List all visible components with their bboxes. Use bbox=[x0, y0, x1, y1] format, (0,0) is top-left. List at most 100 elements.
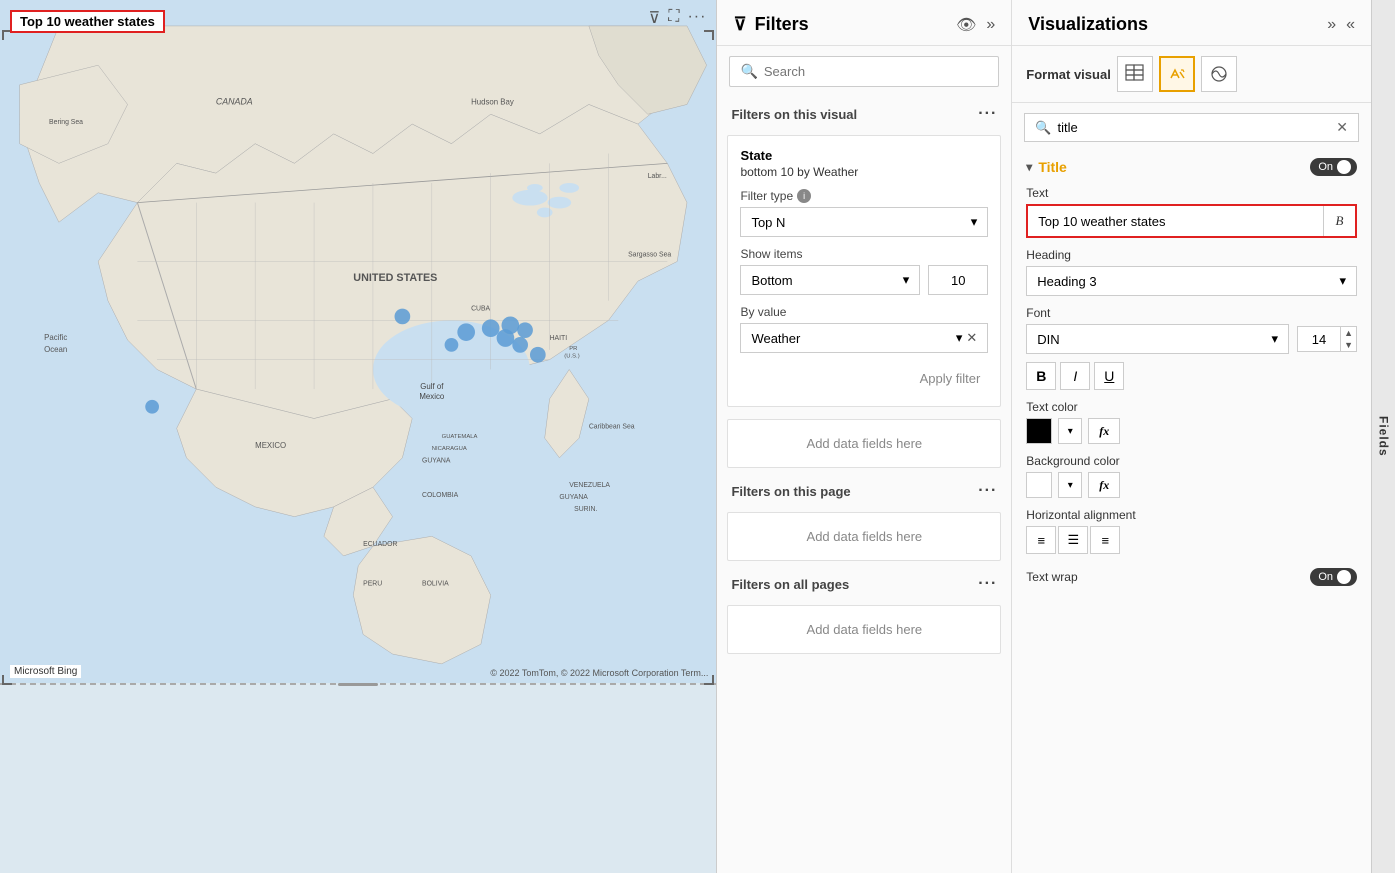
italic-button[interactable]: I bbox=[1060, 362, 1090, 390]
show-items-row-container: Show items Bottom bbox=[740, 247, 988, 295]
font-size-down[interactable]: ▼ bbox=[1341, 339, 1356, 351]
alignment-row: ≡ ☰ ≡ bbox=[1026, 526, 1357, 554]
resize-handle-tr[interactable] bbox=[704, 30, 714, 40]
svg-text:Pacific: Pacific bbox=[44, 333, 67, 342]
add-data-fields-1[interactable]: Add data fields here bbox=[727, 419, 1001, 468]
filters-on-page-label: Filters on this page ··· bbox=[717, 474, 1011, 506]
svg-text:CANADA: CANADA bbox=[216, 96, 253, 106]
map-bottom-strip bbox=[0, 683, 716, 873]
heading-prop-label: Heading bbox=[1026, 248, 1357, 262]
font-chevron bbox=[1271, 331, 1278, 347]
by-value-clear[interactable]: ✕ bbox=[966, 330, 977, 346]
chevron-down-title-icon[interactable]: ▾ bbox=[1026, 160, 1032, 174]
text-wrap-toggle-circle bbox=[1337, 570, 1351, 584]
bg-color-swatch[interactable] bbox=[1026, 472, 1052, 498]
svg-text:Mexico: Mexico bbox=[419, 392, 444, 401]
filter-search-input[interactable] bbox=[764, 64, 988, 79]
viz-section-header: ▾ Title On bbox=[1026, 158, 1357, 176]
more-options-icon[interactable]: ··· bbox=[687, 8, 706, 28]
svg-text:HAITI: HAITI bbox=[550, 335, 568, 342]
on-page-more-icon[interactable]: ··· bbox=[978, 482, 997, 500]
align-center-btn[interactable]: ☰ bbox=[1058, 526, 1088, 554]
heading-select[interactable]: Heading 3 bbox=[1026, 266, 1357, 296]
filter-type-chevron bbox=[971, 214, 978, 230]
viz-search-input[interactable] bbox=[1057, 120, 1336, 135]
filters-on-visual-label: Filters on this visual ··· bbox=[717, 97, 1011, 129]
align-right-btn[interactable]: ≡ bbox=[1090, 526, 1120, 554]
focus-mode-icon[interactable]: ⛶ bbox=[668, 8, 679, 28]
by-value-select[interactable]: Weather ✕ bbox=[740, 323, 988, 353]
title-text-input[interactable] bbox=[1028, 208, 1323, 235]
title-toggle[interactable]: On bbox=[1310, 158, 1357, 176]
font-size-up[interactable]: ▲ bbox=[1341, 327, 1356, 339]
svg-text:Caribbean Sea: Caribbean Sea bbox=[589, 423, 635, 430]
viz-search-clear-icon[interactable]: ✕ bbox=[1336, 119, 1348, 136]
map-title: Top 10 weather states bbox=[10, 10, 165, 33]
text-color-swatch[interactable] bbox=[1026, 418, 1052, 444]
viz-search-row[interactable]: 🔍 ✕ bbox=[1024, 113, 1359, 142]
show-items-count-input[interactable] bbox=[928, 265, 988, 295]
map-title-bar: Top 10 weather states bbox=[10, 10, 165, 33]
font-family-select[interactable]: DIN bbox=[1026, 324, 1289, 354]
heading-chevron bbox=[1339, 273, 1346, 289]
map-resize-handle[interactable] bbox=[0, 680, 716, 688]
filters-header-icons: 👁 » bbox=[956, 15, 995, 35]
viz-subtab-row: Format visual bbox=[1012, 46, 1371, 103]
svg-text:Hudson Bay: Hudson Bay bbox=[471, 97, 514, 106]
by-value-label: By value bbox=[740, 305, 988, 319]
filters-header: ⊽ Filters 👁 » bbox=[717, 0, 1011, 46]
svg-text:UNITED STATES: UNITED STATES bbox=[353, 272, 437, 284]
by-value-chevron bbox=[956, 330, 963, 346]
svg-text:CUBA: CUBA bbox=[471, 306, 490, 313]
fields-tab[interactable]: Fields bbox=[1371, 0, 1395, 873]
filters-label: Filters bbox=[755, 14, 809, 35]
viz-expand-right-icon[interactable]: » bbox=[1327, 16, 1336, 34]
svg-text:MEXICO: MEXICO bbox=[255, 441, 286, 450]
map-copyright: © 2022 TomTom, © 2022 Microsoft Corporat… bbox=[490, 668, 708, 678]
svg-text:Ocean: Ocean bbox=[44, 345, 67, 354]
add-data-fields-3[interactable]: Add data fields here bbox=[727, 605, 1001, 654]
viz-header-icons: » « bbox=[1327, 16, 1355, 34]
viz-table-icon-btn[interactable] bbox=[1117, 56, 1153, 92]
toggle-circle bbox=[1337, 160, 1351, 174]
filters-panel: ⊽ Filters 👁 » 🔍 Filters on this visual ·… bbox=[717, 0, 1012, 873]
font-size-arrows[interactable]: ▲ ▼ bbox=[1340, 327, 1356, 351]
font-size-control[interactable]: 14 ▲ ▼ bbox=[1297, 326, 1357, 352]
viz-analytics-icon-btn[interactable] bbox=[1201, 56, 1237, 92]
text-wrap-toggle[interactable]: On bbox=[1310, 568, 1357, 586]
add-data-fields-2[interactable]: Add data fields here bbox=[727, 512, 1001, 561]
viz-collapse-left-icon[interactable]: « bbox=[1346, 16, 1355, 34]
align-left-btn[interactable]: ≡ bbox=[1026, 526, 1056, 554]
info-icon: i bbox=[797, 189, 811, 203]
text-color-dropdown[interactable]: ▾ bbox=[1058, 418, 1082, 444]
svg-text:COLOMBIA: COLOMBIA bbox=[422, 492, 459, 499]
viz-title-section: ▾ Title On Text B Heading Heading 3 Font… bbox=[1012, 152, 1371, 602]
expand-icon[interactable]: » bbox=[986, 16, 995, 34]
bg-color-fx[interactable]: fx bbox=[1088, 472, 1120, 498]
filter-card-state: State bottom 10 by Weather Filter type i… bbox=[727, 135, 1001, 407]
svg-text:GUYANA: GUYANA bbox=[422, 458, 451, 465]
show-items-dir-select[interactable]: Bottom bbox=[740, 265, 920, 295]
filter-search-box[interactable]: 🔍 bbox=[729, 56, 999, 87]
font-prop-label: Font bbox=[1026, 306, 1357, 320]
viz-header: Visualizations » « bbox=[1012, 0, 1371, 46]
on-all-pages-more-icon[interactable]: ··· bbox=[978, 575, 997, 593]
bg-color-label: Background color bbox=[1026, 454, 1357, 468]
map-panel: Top 10 weather states ⊽ ⛶ ··· bbox=[0, 0, 717, 873]
filter-icon[interactable]: ⊽ bbox=[649, 8, 661, 28]
by-value-row-container: By value Weather ✕ bbox=[740, 305, 988, 353]
filter-type-row: Filter type i Top N bbox=[740, 189, 988, 237]
filter-type-select[interactable]: Top N bbox=[740, 207, 988, 237]
text-color-label: Text color bbox=[1026, 400, 1357, 414]
fx-button-text[interactable]: B bbox=[1323, 206, 1355, 236]
svg-text:GUATEMALA: GUATEMALA bbox=[442, 434, 478, 440]
svg-text:PERU: PERU bbox=[363, 580, 382, 587]
viz-format-icon-btn[interactable] bbox=[1159, 56, 1195, 92]
on-visual-more-icon[interactable]: ··· bbox=[978, 105, 997, 123]
bg-color-dropdown[interactable]: ▾ bbox=[1058, 472, 1082, 498]
text-color-fx[interactable]: fx bbox=[1088, 418, 1120, 444]
underline-button[interactable]: U bbox=[1094, 362, 1124, 390]
eye-icon[interactable]: 👁 bbox=[956, 15, 976, 35]
bold-button[interactable]: B bbox=[1026, 362, 1056, 390]
show-items-chevron bbox=[903, 272, 910, 288]
